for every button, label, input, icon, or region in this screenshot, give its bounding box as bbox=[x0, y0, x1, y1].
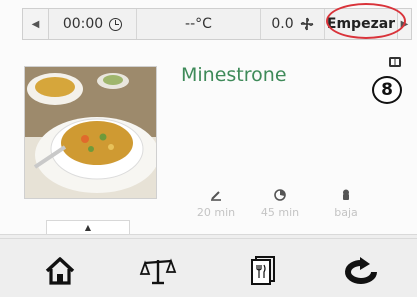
recipe-stats: 20 min 45 min baja bbox=[186, 188, 386, 220]
expand-tab[interactable]: ▲ bbox=[46, 220, 130, 234]
home-button[interactable] bbox=[38, 253, 82, 289]
difficulty-value: baja bbox=[334, 206, 358, 219]
difficulty-icon bbox=[343, 189, 349, 200]
stat-prep-time: 20 min bbox=[186, 188, 246, 219]
recipe-title: Minestrone bbox=[181, 64, 287, 86]
timer-field[interactable]: 00:00 bbox=[49, 9, 137, 39]
speed-value: 0.0 bbox=[271, 16, 294, 32]
stat-total-time: 45 min bbox=[250, 188, 310, 219]
scale-button[interactable] bbox=[136, 253, 180, 289]
bottom-nav bbox=[0, 234, 417, 297]
divider bbox=[0, 238, 417, 239]
recipes-icon bbox=[251, 256, 275, 285]
reverse-icon bbox=[345, 257, 377, 284]
scroll-left-button[interactable]: ◀ bbox=[23, 9, 49, 39]
prep-time-value: 20 min bbox=[196, 206, 236, 219]
start-highlight-ring bbox=[326, 3, 406, 39]
scale-icon bbox=[139, 258, 177, 285]
temperature-value: --°C bbox=[185, 16, 212, 32]
clock-icon bbox=[109, 17, 123, 31]
timer-value: 00:00 bbox=[62, 16, 104, 32]
fan-icon bbox=[300, 17, 314, 31]
stat-difficulty: baja bbox=[316, 188, 376, 219]
step-number-badge: 8 bbox=[372, 76, 402, 104]
reverse-button[interactable] bbox=[340, 253, 384, 289]
temperature-field[interactable]: --°C bbox=[137, 9, 261, 39]
screen: ◀ 00:00 --°C 0.0 Empezar ▶ Minestrone 8 … bbox=[0, 0, 417, 297]
recipe-photo bbox=[24, 66, 157, 199]
prep-time-icon bbox=[211, 191, 221, 201]
total-time-value: 45 min bbox=[260, 206, 300, 219]
total-time-icon bbox=[274, 189, 286, 201]
recipes-button[interactable] bbox=[240, 253, 284, 289]
home-icon bbox=[45, 257, 75, 285]
book-icon[interactable] bbox=[388, 56, 402, 68]
chevron-up-icon: ▲ bbox=[84, 223, 92, 232]
speed-field[interactable]: 0.0 bbox=[261, 9, 325, 39]
